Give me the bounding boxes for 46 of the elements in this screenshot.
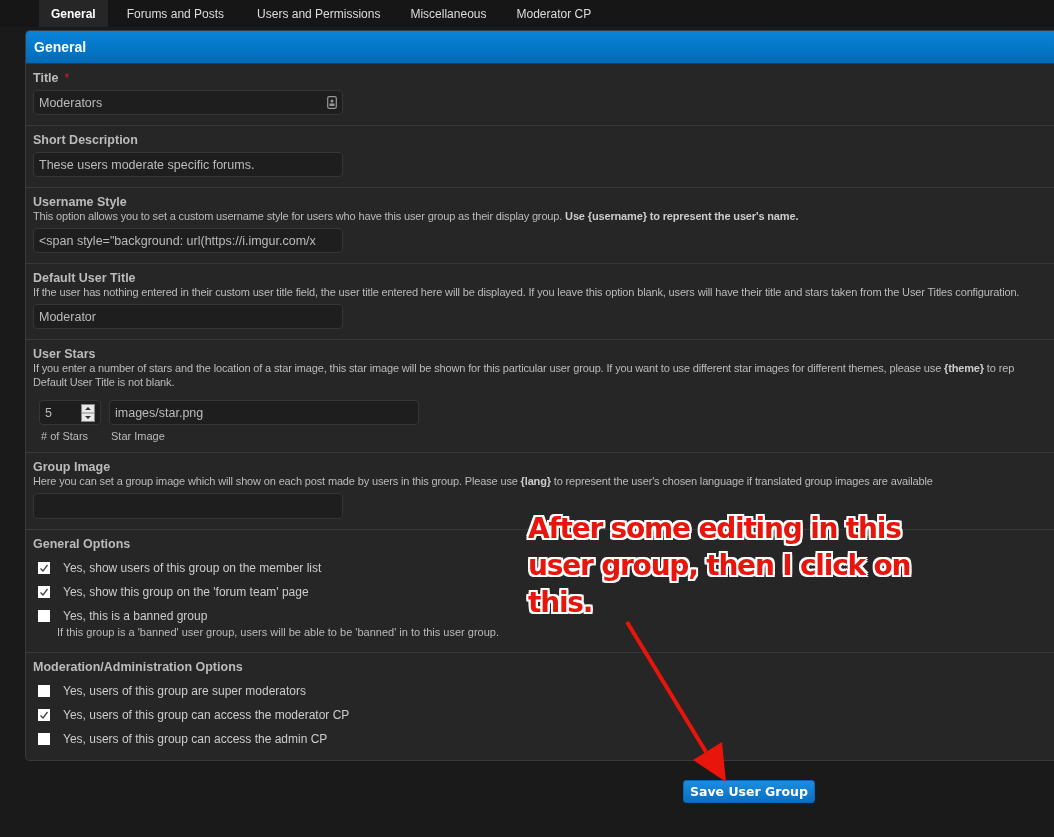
field-caption: Star Image <box>111 430 166 442</box>
field-label: Group Image <box>33 460 111 474</box>
panel-header: General <box>26 31 1054 63</box>
tab[interactable]: Moderator CP <box>502 0 606 27</box>
field-description: If the user has nothing entered in their custom user title field, the user title entered here will be displayed. If you leave this option blank, users will have their title and stars taken from the User Titles configuration. <box>33 286 1020 299</box>
checkbox[interactable] <box>38 733 50 745</box>
field-label: User Stars <box>33 347 96 361</box>
field-caption: # of Stars <box>41 430 90 442</box>
checkbox[interactable] <box>38 610 50 622</box>
tab[interactable]: Forums and Posts <box>109 0 242 27</box>
field-description: If you enter a number of stars and the location of a star image, this star image will be shown for this particular user group. If you want to use different star images for different themes, please use {theme} to rep <box>33 362 1015 375</box>
text-field[interactable]: <span style="background: url(https://i.imgur.com/x <box>33 228 343 253</box>
field-label: Moderation/Administration Options <box>33 660 243 674</box>
field-description: Here you can set a group image which will show on each post made by users in this group. Please use {lang} to represent the user's chosen language if translated group images are available <box>33 475 933 488</box>
option-label[interactable]: Yes, users of this group are super moderators <box>63 684 307 698</box>
field-description: Default User Title is not blank. <box>33 376 175 389</box>
annotation-text: After some editing in this user group, then I click on this. <box>528 511 912 621</box>
checkbox[interactable] <box>38 709 50 721</box>
save-button[interactable]: Save User Group <box>683 780 815 803</box>
spinner-icon[interactable] <box>81 403 95 422</box>
field-label: Short Description <box>33 133 138 147</box>
number-field[interactable]: 5 <box>39 400 101 425</box>
checkbox[interactable] <box>38 685 50 697</box>
option-note: If this group is a 'banned' user group, users will be able to be 'banned' in to this user group. <box>57 626 500 638</box>
tab[interactable]: Users and Permissions <box>243 0 395 27</box>
text-field[interactable] <box>33 493 343 519</box>
field-label: Title <box>33 71 59 85</box>
field-label: General Options <box>33 537 131 551</box>
text-field[interactable]: Moderators <box>33 90 343 115</box>
option-label[interactable]: Yes, users of this group can access the admin CP <box>63 732 328 746</box>
option-label[interactable]: Yes, this is a banned group <box>63 609 208 623</box>
text-field[interactable]: Moderator <box>33 304 343 329</box>
checkbox[interactable] <box>38 586 50 598</box>
tab[interactable]: General <box>39 0 108 27</box>
option-label[interactable]: Yes, users of this group can access the moderator CP <box>63 708 350 722</box>
card-icon[interactable] <box>327 96 337 109</box>
option-label[interactable]: Yes, show users of this group on the member list <box>63 561 322 575</box>
field-label: Default User Title <box>33 271 136 285</box>
field-label: Username Style <box>33 195 127 209</box>
required-mark: * <box>64 71 70 85</box>
tab[interactable]: Miscellaneous <box>396 0 501 27</box>
text-field[interactable]: images/star.png <box>109 400 419 425</box>
option-label[interactable]: Yes, show this group on the 'forum team' page <box>63 585 309 599</box>
field-description: This option allows you to set a custom username style for users who have this user group as their display group. Use {username} to represent the user's name. <box>33 210 799 223</box>
checkbox[interactable] <box>38 562 50 574</box>
text-field[interactable]: These users moderate specific forums. <box>33 152 343 177</box>
